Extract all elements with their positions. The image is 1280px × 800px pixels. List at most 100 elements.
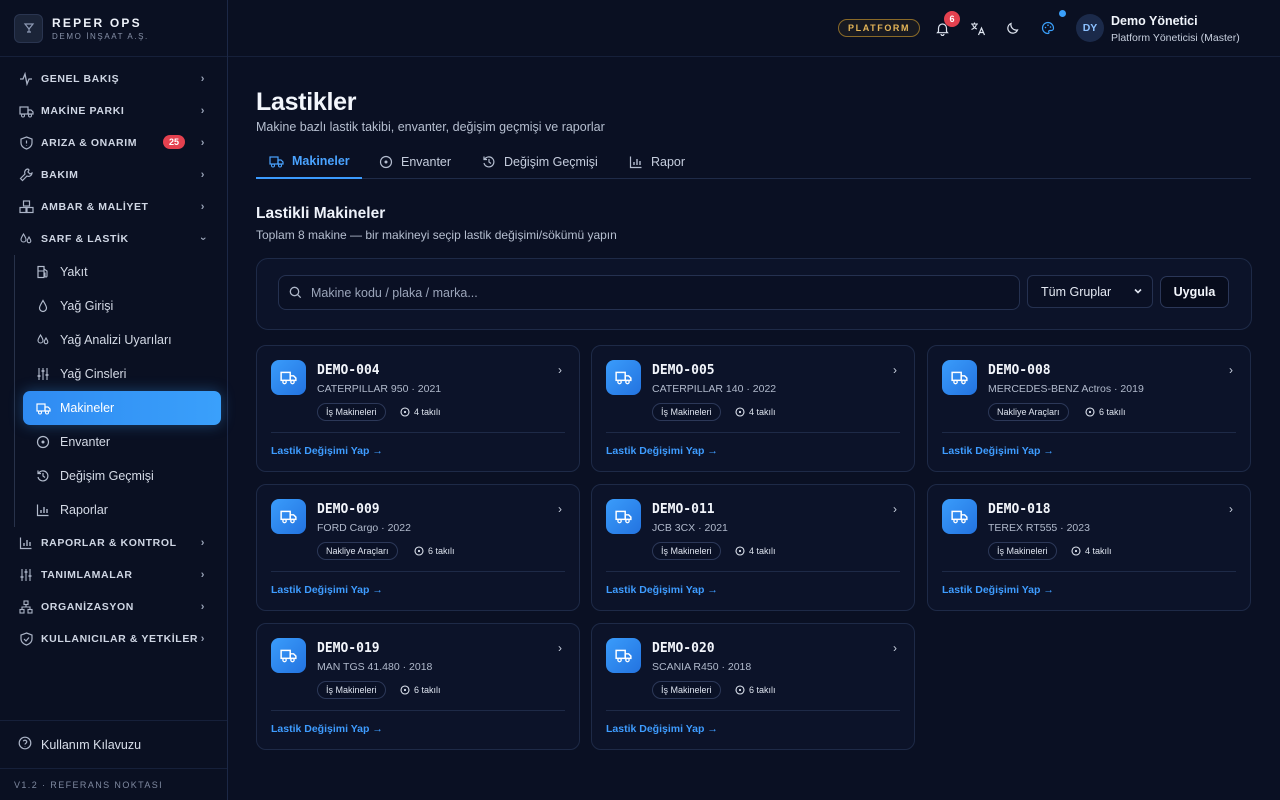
card-divider (271, 432, 565, 433)
machine-card[interactable]: DEMO-004 CATERPILLAR 950 · 2021 › İş Makine… (256, 345, 580, 472)
tab-degisim-gecmisi[interactable]: Değişim Geçmişi (482, 145, 598, 179)
tab-rapor[interactable]: Rapor (629, 145, 685, 179)
search-placeholder: Makine kodu / plaka / marka... (311, 285, 478, 300)
tire-count-label: 6 takılı (428, 546, 455, 556)
sliders-icon (18, 568, 34, 582)
machine-code: DEMO-008 (988, 363, 1051, 378)
sidebar: REPER OPS DEMO İNŞAAT A.Ş. GENEL BAKIŞ ›… (0, 0, 228, 800)
sidebar-item-tanimlamalar[interactable]: TANIMLAMALAR › (0, 559, 227, 591)
sidebar-item-label: SARF & LASTİK (41, 233, 129, 245)
chevron-right-icon[interactable]: › (558, 641, 562, 655)
sidebar-subitem-envanter[interactable]: Envanter (23, 425, 221, 459)
disc-icon (35, 435, 51, 449)
sidebar-subitem-yakit[interactable]: Yakıt (23, 255, 221, 289)
chevron-right-icon[interactable]: › (893, 502, 897, 516)
moon-icon[interactable] (1004, 19, 1022, 37)
avatar[interactable]: DY (1076, 14, 1104, 42)
topbar: PLATFORM 6 DY Demo Yönetici Platform Yön… (228, 0, 1280, 57)
group-chip: İş Makineleri (652, 403, 721, 421)
machine-code: DEMO-004 (317, 363, 380, 378)
machine-card[interactable]: DEMO-020 SCANIA R450 · 2018 › İş Makineleri… (591, 623, 915, 750)
sidebar-item-raporlar-kontrol[interactable]: RAPORLAR & KONTROL › (0, 527, 227, 559)
tire-count-label: 6 takılı (414, 685, 441, 695)
chevron-right-icon[interactable]: › (1229, 363, 1233, 377)
machine-model: TEREX RT555 · 2023 (988, 522, 1090, 534)
truck-icon (35, 402, 51, 415)
tire-change-link[interactable]: Lastik Değişimi Yap → (271, 445, 383, 457)
truck-icon (606, 638, 641, 673)
sidebar-subitem-yag-cinsleri[interactable]: Yağ Cinsleri (23, 357, 221, 391)
machine-model: FORD Cargo · 2022 (317, 522, 411, 534)
user-name[interactable]: Demo Yönetici (1111, 14, 1198, 28)
machine-model: MAN TGS 41.480 · 2018 (317, 661, 433, 673)
machine-card[interactable]: DEMO-018 TEREX RT555 · 2023 › İş Makineleri… (927, 484, 1251, 611)
sidebar-subitem-makineler[interactable]: Makineler (23, 391, 221, 425)
tab-makineler[interactable]: Makineler (256, 145, 362, 179)
activity-icon (18, 72, 34, 86)
palette-icon[interactable] (1039, 19, 1057, 37)
sliders-icon (35, 367, 51, 381)
main-content: Lastikler Makine bazlı lastik takibi, en… (228, 57, 1280, 800)
tab-label: Makineler (292, 154, 350, 168)
sidebar-subitem-raporlar[interactable]: Raporlar (23, 493, 221, 527)
apply-button[interactable]: Uygula (1160, 276, 1229, 308)
chevron-right-icon[interactable]: › (893, 363, 897, 377)
tab-bar: Makineler Envanter Değişim Geçmişi Rapor (256, 145, 1251, 179)
sidebar-item-label: GENEL BAKIŞ (41, 73, 120, 85)
chevron-right-icon[interactable]: › (558, 502, 562, 516)
sidebar-item-ambar-maliyet[interactable]: AMBAR & MALİYET › (0, 191, 227, 223)
sidebar-item-organizasyon[interactable]: ORGANİZASYON › (0, 591, 227, 623)
tire-change-link[interactable]: Lastik Değişimi Yap → (271, 584, 383, 596)
boxes-icon (18, 200, 34, 214)
machine-card[interactable]: DEMO-005 CATERPILLAR 140 · 2022 › İş Makine… (591, 345, 915, 472)
tire-change-link[interactable]: Lastik Değişimi Yap → (606, 723, 718, 735)
help-circle-icon (18, 736, 32, 753)
sidebar-item-makine-parki[interactable]: MAKİNE PARKI › (0, 95, 227, 127)
tire-change-link[interactable]: Lastik Değişimi Yap → (606, 445, 718, 457)
tire-change-link[interactable]: Lastik Değişimi Yap → (942, 445, 1054, 457)
chevron-right-icon: › (200, 105, 205, 117)
tire-count: 4 takılı (400, 403, 441, 421)
tab-envanter[interactable]: Envanter (379, 145, 451, 179)
platform-badge[interactable]: PLATFORM (838, 19, 921, 37)
tire-change-link[interactable]: Lastik Değişimi Yap → (942, 584, 1054, 596)
disc-icon (379, 155, 393, 169)
group-select[interactable]: Tüm Gruplar (1027, 275, 1153, 308)
sidebar-item-bakim[interactable]: BAKIM › (0, 159, 227, 191)
machine-card[interactable]: DEMO-019 MAN TGS 41.480 · 2018 › İş Makinel… (256, 623, 580, 750)
translate-icon[interactable] (969, 19, 987, 37)
page-title: Lastikler (256, 88, 357, 116)
droplets-icon (35, 333, 51, 347)
sidebar-subitem-yag-girisi[interactable]: Yağ Girişi (23, 289, 221, 323)
tire-change-link[interactable]: Lastik Değişimi Yap → (606, 584, 718, 596)
search-input[interactable]: Makine kodu / plaka / marka... (278, 275, 1020, 310)
disc-icon (1085, 407, 1095, 417)
sidebar-item-ariza-onarim[interactable]: ARIZA & ONARIM 25 › (0, 127, 227, 159)
machine-code: DEMO-018 (988, 502, 1051, 517)
sidebar-item-sarf-lastik[interactable]: SARF & LASTİK › (0, 223, 227, 255)
machine-card[interactable]: DEMO-009 FORD Cargo · 2022 › Nakliye Araçla… (256, 484, 580, 611)
card-divider (271, 710, 565, 711)
sidebar-subitem-label: Yakıt (60, 265, 88, 279)
user-guide-link[interactable]: Kullanım Kılavuzu (0, 720, 227, 768)
sidebar-subitem-degisim-gecmisi[interactable]: Değişim Geçmişi (23, 459, 221, 493)
chevron-right-icon: › (200, 73, 205, 85)
sidebar-item-label: AMBAR & MALİYET (41, 201, 149, 213)
tire-change-link[interactable]: Lastik Değişimi Yap → (271, 723, 383, 735)
machine-card[interactable]: DEMO-011 JCB 3CX · 2021 › İş Makineleri 4 ta… (591, 484, 915, 611)
chevron-right-icon: › (200, 537, 205, 549)
sidebar-item-kullanicilar-yetkiler[interactable]: KULLANICILAR & YETKİLER › (0, 623, 227, 655)
chevron-right-icon: › (200, 137, 205, 149)
chevron-right-icon: › (200, 569, 205, 581)
chevron-right-icon[interactable]: › (893, 641, 897, 655)
card-divider (271, 571, 565, 572)
section-title: Lastikli Makineler (256, 205, 386, 222)
machine-code: DEMO-011 (652, 502, 715, 517)
sidebar-subitem-yag-analizi[interactable]: Yağ Analizi Uyarıları (23, 323, 221, 357)
chevron-right-icon[interactable]: › (558, 363, 562, 377)
truck-icon (606, 499, 641, 534)
sidebar-item-genel-bakis[interactable]: GENEL BAKIŞ › (0, 63, 227, 95)
chevron-right-icon[interactable]: › (1229, 502, 1233, 516)
machine-card[interactable]: DEMO-008 MERCEDES-BENZ Actros · 2019 › Nakl… (927, 345, 1251, 472)
tire-count-label: 4 takılı (1085, 546, 1112, 556)
